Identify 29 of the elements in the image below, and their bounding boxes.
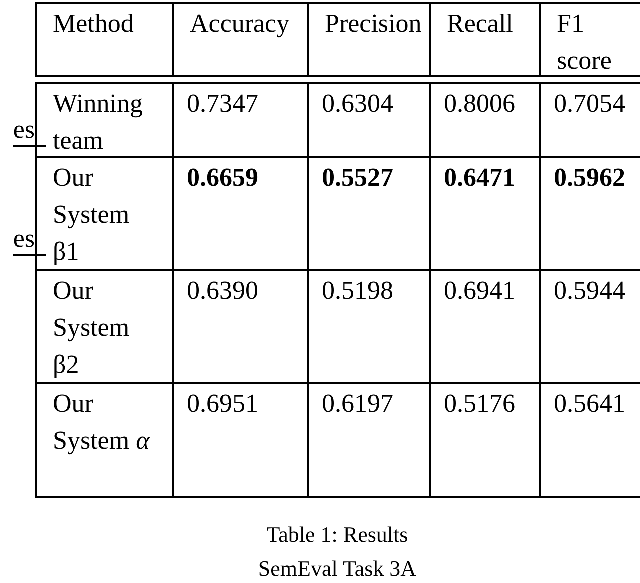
column-header: Precision: [307, 4, 429, 75]
column-header: Recall: [429, 4, 539, 75]
table-cell-text: Our System β1: [52, 162, 131, 268]
text-fragment: es: [13, 115, 46, 147]
column-header: F1 score: [539, 4, 640, 75]
table-cell: 0.5527: [307, 158, 429, 269]
table-cell: 0.6304: [307, 84, 429, 156]
table-cell: 0.5962: [539, 158, 640, 269]
table-cell: 0.5176: [429, 384, 539, 496]
table-cell: 0.5198: [307, 271, 429, 382]
table-cell-text: Our System α: [52, 388, 152, 457]
table-cell: 0.6659: [172, 158, 307, 269]
table-cell: 0.6471: [429, 158, 539, 269]
table-cell: 0.6941: [429, 271, 539, 382]
column-header: Method: [52, 8, 135, 40]
table-caption: Table 1: Results: [266, 521, 408, 549]
table-cell: 0.7054: [539, 84, 640, 156]
table-cell: 0.6951: [172, 384, 307, 496]
caption-subtitle: SemEval Task 3A: [257, 555, 417, 583]
table-cell: 0.6197: [307, 384, 429, 496]
table-cell: 0.5641: [539, 384, 640, 496]
column-header: Accuracy: [172, 4, 307, 75]
table-cell-text: Winning team: [52, 88, 144, 156]
table-cell: 0.5944: [539, 271, 640, 382]
table-cell: 0.8006: [429, 84, 539, 156]
table-cell: 0.7347: [172, 84, 307, 156]
table-cell: 0.6390: [172, 271, 307, 382]
table-cell-text: Our System β2: [52, 275, 131, 381]
text-fragment: es: [13, 224, 46, 256]
